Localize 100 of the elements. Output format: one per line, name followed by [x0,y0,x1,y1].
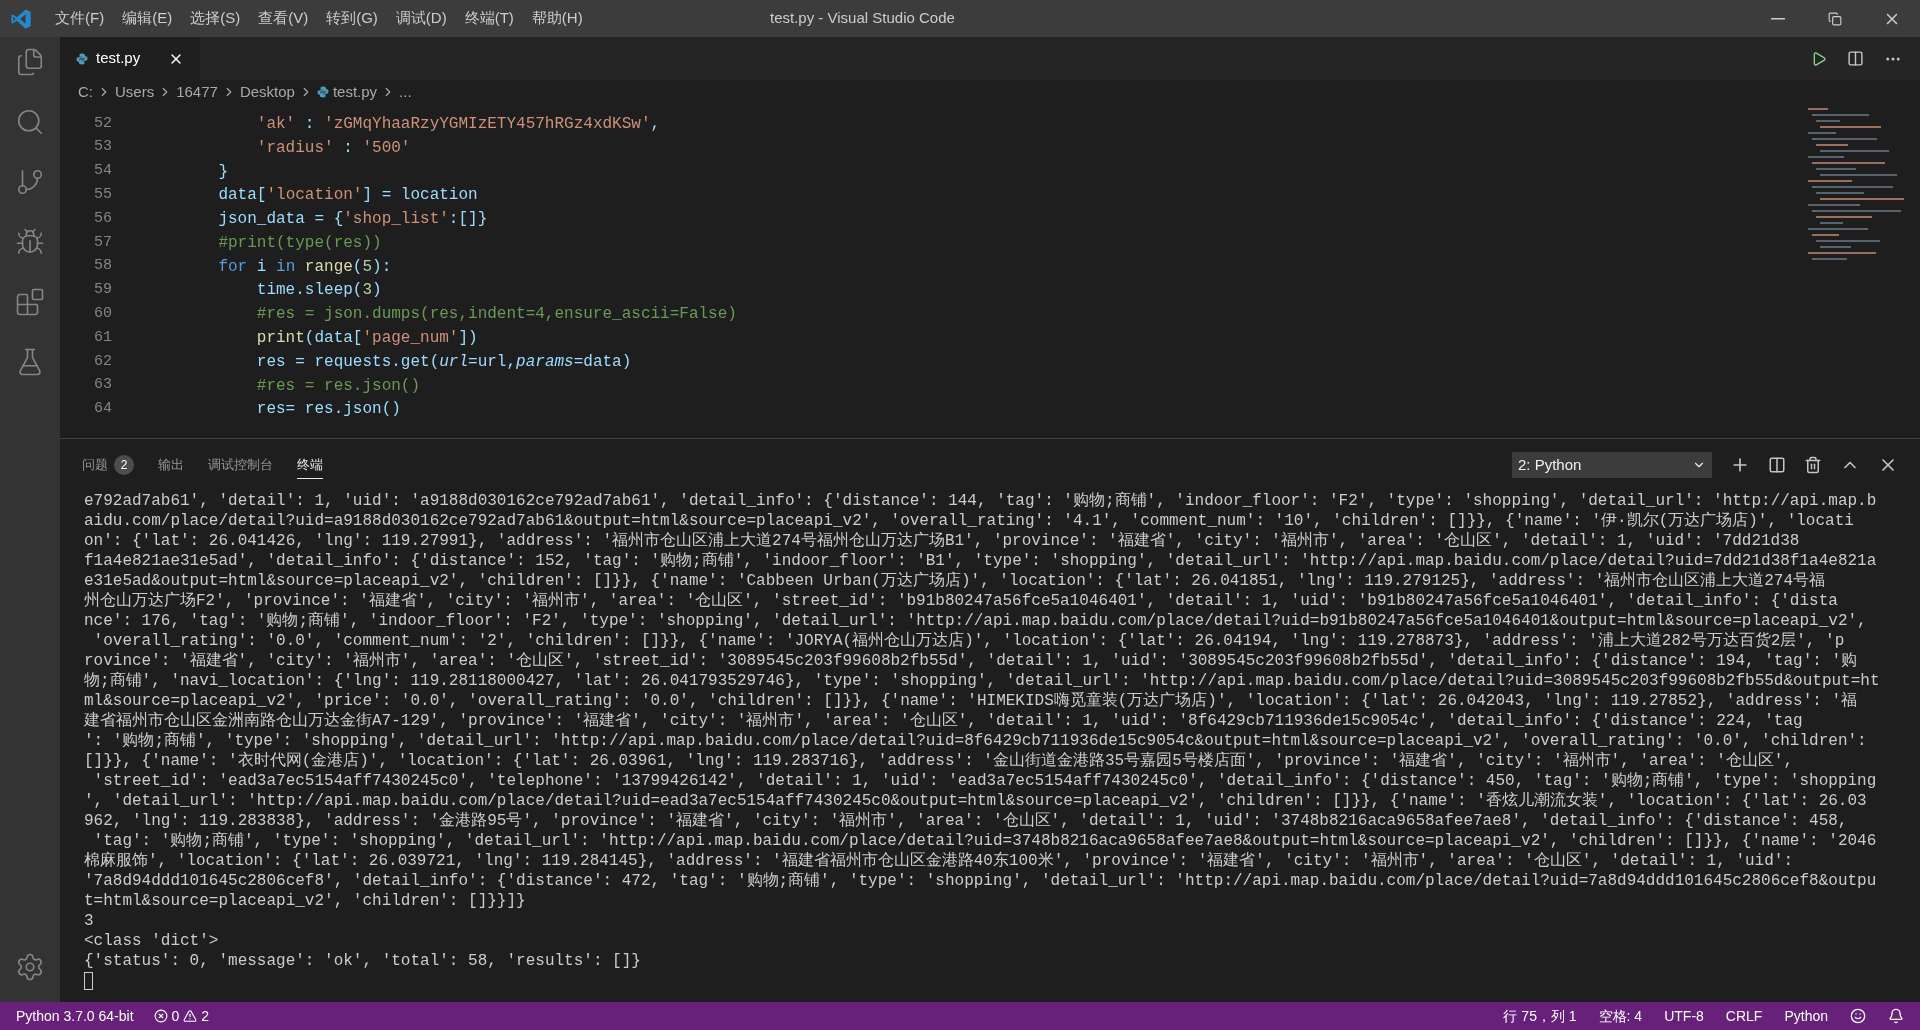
terminal-line: <class 'dict'> [84,931,219,951]
minimize-icon [1770,17,1785,20]
terminal-line: []}}, {'name': '衣时代网(金港店)', 'location': {'lat': 26.03961, 'lng': 119.283716}, 'address': '金山街道金港路35号嘉园5号楼店面', 'province': '福建省', 'city': '福州市', 'area': '仓山区', [84,751,1793,771]
terminal-line: 棉麻服饰', 'location': {'lat': 26.039721, 'lng': 119.284145}, 'address': '福建省福州市仓山区金港路40东100米', 'province': '福建省', 'city': '福州市', 'area': '仓山区', 'detail': 1, 'uid': [84,851,1793,871]
restore-icon [1827,11,1842,26]
menu-item[interactable]: 帮助(H) [522,7,592,30]
code-line: for i in range(5): [217,256,392,278]
terminal-line: 'street_id': 'ead3a7ec5154aff7430245c0', 'telephone': '13799426142', 'detail': 1, 'uid': 'ead3a7ec5154aff7430245c0', 'detail_info': {'distance': 450, 'tag': '购物;商铺', 'type': 'shopping [92,771,1877,791]
terminal-line: {'status': 0, 'message': 'ok', 'total': 58, 'results': []} [84,951,641,971]
terminal-line: e31e5ad&output=html&source=placeapi_v2', 'children': []}}, {'name': 'Cabbeen Urban(万达广场店)', 'location': {'lat': 26.041851, 'lng': 119.279125}, 'address': '福州市仓山区浦上大道274号福 [84,571,1826,591]
terminal-select[interactable]: 2: Python [1512,452,1712,478]
terminal-line: 物;商铺', 'navi_location': {'lng': 119.28118000427, 'lat': 26.041793529746}, 'type': 'shopping', 'detail_url': 'http://api.map.baidu.com/place/detail?uid=3089545c203f99608b2fb55d&output=ht [84,671,1880,691]
editor-tab[interactable]: test.py [60,37,200,80]
split-editor-icon[interactable] [1847,50,1864,67]
terminal-line: 州仓山万达广场F2', 'province': '福建省', 'city': '福州市', 'area': '仓山区', 'street_id': 'b91b80247a56fce5a1046401', 'detail': 1, 'uid': 'b91b80247a56fce5a1046401', 'detail_info': {'dista [84,591,1838,611]
code-line: time.sleep(3) [255,280,382,302]
interpreter-selector[interactable]: Python 3.7.0 64-bit [16,1005,134,1027]
line-number: 55 [93,185,112,206]
terminal-line: '7a8d94ddd101645c2806cef8', 'detail_info': {'distance': 472, 'tag': '购物;商铺', 'type': 'shopping', 'detail_url': 'http://api.map.baidu.com/place/detail?uid=7a8d94ddd101645c2806cef8&outpu [84,871,1877,891]
panel-tab[interactable]: 问题 2 [82,450,134,480]
extensions-icon[interactable] [15,287,45,317]
menu-item[interactable]: 终端(T) [455,7,523,30]
cursor-position[interactable]: 行 75，列 1 [1503,1005,1577,1027]
terminal-line: 3 [84,911,94,931]
code-line: #res = json.dumps(res,indent=4,ensure_ascii=False) [255,304,737,326]
line-number: 54 [93,161,112,182]
panel-tab[interactable]: 调试控制台 [208,450,273,480]
source-control-icon[interactable] [15,167,45,197]
menu-item[interactable]: 选择(S) [181,7,250,30]
breadcrumb-item[interactable]: 16477 [176,80,218,104]
code-line: print(data['page_num']) [255,328,478,350]
code-line: json_data = {'shop_list':[]} [217,209,488,231]
menu-item[interactable]: 编辑(E) [113,7,182,30]
line-ending[interactable]: CRLF [1725,1005,1763,1027]
line-number: 52 [93,113,112,134]
line-number: 63 [93,375,112,396]
count-badge: 2 [114,454,134,475]
panel-tab[interactable]: 输出 [158,450,184,480]
breadcrumb-item[interactable]: Desktop [239,80,295,104]
terminal-line: on': {'lat': 26.041426, 'lng': 119.27991}, 'address': '福州市仓山区浦上大道274号福州仓山万达广场B1', 'province': '福建省', 'city': '福州市', 'area': '仓山区', 'detail': 1, 'uid': '7dd21d38 [84,531,1800,551]
terminal-line: ', 'detail_url': 'http://api.map.baidu.com/place/detail?uid=ead3a7ec5154aff7430245c0&output=html&source=placeapi_v2', 'children': []}}, {'name': '香炫儿潮流女装', 'location': {'lat': 26.03 [84,791,1867,811]
language-mode[interactable]: Python [1784,1005,1828,1027]
breadcrumb-item[interactable]: ... [399,80,412,104]
tab-label: test.py [96,48,141,69]
terminal-line: 'tag': '购物;商铺', 'type': 'shopping', 'detail_url': 'http://api.map.baidu.com/place/detail?uid=3748b8216aca9658afee7ae8&output=html&source=placeapi_v2', 'children': []}}, {'name': '2046 [92,831,1877,851]
breadcrumb-item[interactable]: test.py [332,80,378,104]
code-line: data['location'] = location [217,185,478,207]
window-title: test.py - Visual Studio Code [770,8,955,29]
notification-icon[interactable] [1888,1008,1904,1024]
terminal-line: 'overall_rating': '0.0', 'comment_num': '2', 'children': []}}, {'name': 'JORYA(福州仓山万达店)', 'location': {'lat': 26.04194, 'lng': 119.278873}, 'address': '浦上大道282号万达百货2层', 'p [92,631,1845,651]
line-number: 58 [93,256,112,277]
split-terminal-icon[interactable] [1768,456,1786,474]
warning-icon [183,1009,198,1023]
feedback-icon[interactable] [1850,1008,1866,1024]
code-line: #res = res.json() [255,375,421,397]
run-icon[interactable] [1811,50,1827,67]
menu-item[interactable]: 调试(D) [386,7,456,30]
indentation[interactable]: 空格: 4 [1598,1005,1643,1027]
code-line: #print(type(res)) [217,232,382,254]
python-file-icon [76,52,88,65]
breadcrumb-item[interactable]: Users [115,80,155,104]
line-number: 53 [93,137,112,158]
line-number: 56 [93,208,112,229]
terminal-line: 建省福州市仓山区金洲南路仓山万达金街A7-129', 'province': '福建省', 'city': '福州市', 'area': '仓山区', 'detail': 1, 'uid': '8f6429cb711936de15c9054c', 'detail_info': {'distance': 224, 'tag [84,711,1803,731]
terminal-line: t=html&source=placeapi_v2', 'children': []}}]} [84,891,526,911]
encoding[interactable]: UTF-8 [1664,1005,1704,1027]
settings-icon[interactable] [15,952,45,982]
breadcrumb-item[interactable]: C: [78,80,93,104]
line-number: 59 [93,280,112,301]
terminal-line: e792ad7ab61', 'detail': 1, 'uid': 'a9188d030162ce792ad7ab61', 'detail_info': {'distance': 144, 'tag': '购物;商铺', 'indoor_floor': 'F2', 'type': 'shopping', 'detail_url': 'http://api.map.b [84,491,1877,511]
code-line: res = requests.get(url=url,params=data) [255,351,632,373]
code-line: 'radius' : '500' [255,137,411,159]
python-file-icon [316,86,329,98]
line-number: 62 [93,351,112,372]
explorer-icon[interactable] [15,47,45,77]
menu-item[interactable]: 转到(G) [317,7,387,30]
terminal-line: ': '购物;商铺', 'type': 'shopping', 'detail_url': 'http://api.map.baidu.com/place/detail?uid=8f6429cb711936de15c9054c&output=html&source=placeapi_v2', 'overall_rating': '0.0', 'children': [84,731,1867,751]
terminal-cursor [84,972,93,990]
warning-count[interactable]: 2 [201,1005,210,1027]
error-icon [153,1009,168,1023]
terminal-line: 962, 'lng': 119.283838}, 'address': '金港路95号', 'province': '福建省', 'city': '福州市', 'area': '仓山区', 'detail': 1, 'uid': '3748b8216aca9658afee7ae8', 'detail_info': {'distance': 458, [84,811,1848,831]
code-line: } [217,161,228,183]
trash-icon[interactable] [1804,456,1822,474]
terminal-line: f1a4e821ae31e5ad', 'detail_info': {'distance': 152, 'tag': '购物;商铺', 'indoor_floor': 'B1', 'type': 'shopping', 'detail_url': 'http://api.map.baidu.com/place/detail?uid=7dd21d38f1a4e821a [84,551,1877,571]
terminal-line: nce': 176, 'tag': '购物;商铺', 'indoor_floor': 'F2', 'type': 'shopping', 'detail_url': 'http://api.map.baidu.com/place/detail?uid=b91b80247a56fce5a1046401&output=html&source=placeapi_v2', [84,611,1867,631]
line-number: 60 [93,304,112,324]
line-number: 64 [93,399,112,420]
terminal-line: ml&source=placeapi_v2', 'price': '0.0', 'overall_rating': '0.0', 'children': []}}, {'name': 'HIMEKIDS嗨觅童装(万达广场店)', 'location': {'lat': 26.042043, 'lng': 119.27852}, 'address': '福 [84,691,1858,711]
debug-icon[interactable] [15,227,45,257]
line-number: 57 [93,232,112,253]
terminal-line: aidu.com/place/detail?uid=a9188d030162ce792ad7ab61&output=html&source=placeapi_v2', 'overall_rating': '4.1', 'comment_num': '10', 'children': []}}, {'name': '伊·凯尔(万达广场店)', 'locati [84,511,1854,531]
panel-tab[interactable]: 终端 [297,450,323,480]
line-number: 61 [93,327,112,348]
code-line: res= res.json() [255,399,401,421]
menu-item[interactable]: 文件(F) [46,7,114,30]
error-count[interactable]: 0 [171,1005,180,1027]
terminal-line: rovince': '福建省', 'city': '福州市', 'area': '仓山区', 'street_id': '3089545c203f99608b2fb55d', 'detail': 1, 'uid': '3089545c203f99608b2fb55d', 'detail_info': {'distance': 194, 'tag': '购 [84,651,1858,671]
search-icon[interactable] [15,107,45,137]
menu-item[interactable]: 查看(V) [249,7,318,30]
app-logo-icon [10,7,32,30]
